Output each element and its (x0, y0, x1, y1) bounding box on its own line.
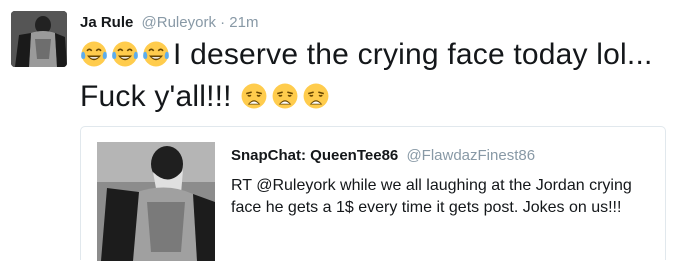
tweet-header: Ja Rule @Ruleyork · 21m (80, 14, 258, 31)
quoted-author-handle[interactable]: @FlawdazFinest86 (406, 147, 535, 164)
quoted-tweet-image (97, 142, 215, 261)
quoted-photo (97, 142, 215, 261)
avatar[interactable] (11, 11, 67, 67)
tweet-timestamp[interactable]: 21m (229, 14, 258, 31)
quoted-tweet-text: RT @Ruleyork while we all laughing at th… (231, 177, 632, 216)
quoted-author-name[interactable]: SnapChat: QueenTee86 (231, 147, 398, 164)
leading-emoji-group (80, 38, 173, 71)
tears-of-joy-icon (80, 38, 111, 71)
avatar-image (11, 11, 67, 67)
quoted-tweet-card[interactable]: SnapChat: QueenTee86 @FlawdazFinest86 RT… (80, 126, 666, 261)
author-handle[interactable]: @Ruleyork (142, 14, 216, 31)
weary-face-icon (271, 80, 302, 113)
tears-of-joy-icon (142, 38, 173, 71)
weary-face-icon (302, 80, 333, 113)
separator-dot: · (220, 14, 226, 31)
author-name[interactable]: Ja Rule (80, 14, 133, 31)
tweet-text: I deserve the crying face today lol... F… (80, 34, 670, 118)
weary-face-icon (240, 80, 271, 113)
quoted-tweet-header: SnapChat: QueenTee86 @FlawdazFinest86 (231, 147, 535, 164)
tears-of-joy-icon (111, 38, 142, 71)
trailing-emoji-group (240, 80, 333, 113)
